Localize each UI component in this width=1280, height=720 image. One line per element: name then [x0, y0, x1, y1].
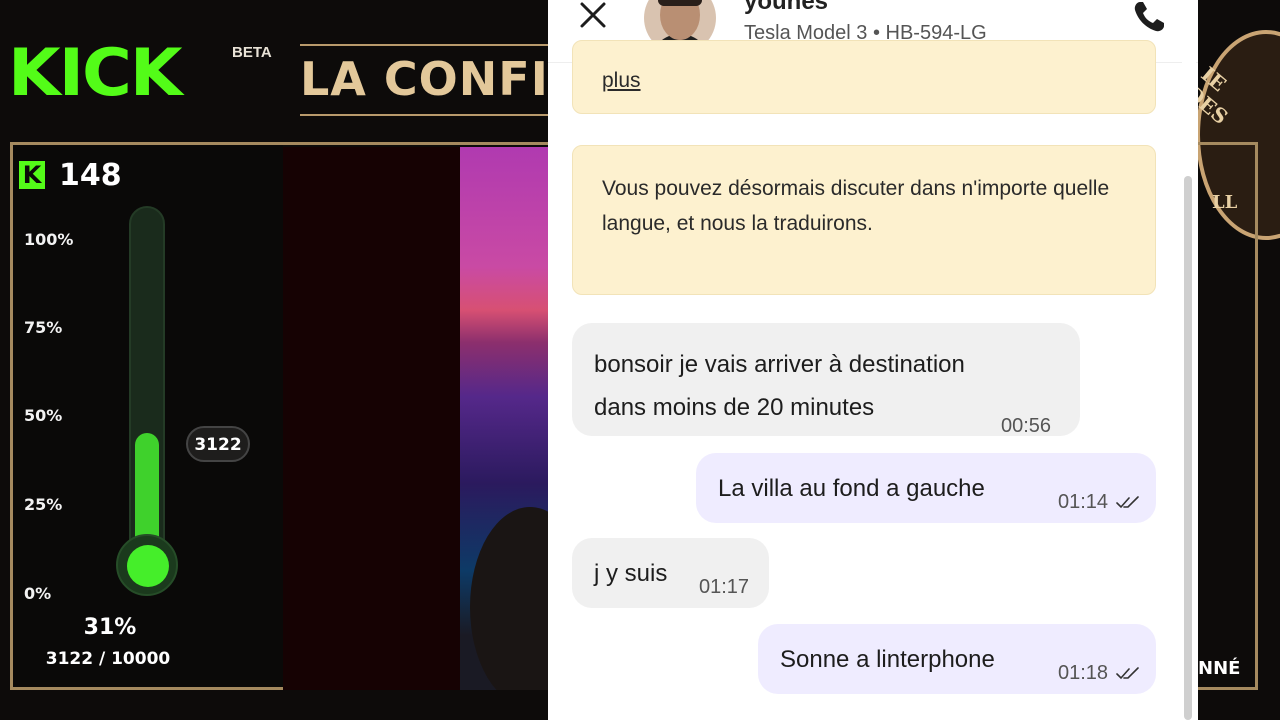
avatar-hair [658, 0, 702, 6]
message-text-line-1: bonsoir je vais arriver à destination [594, 351, 965, 378]
message-time: 01:14 [1058, 491, 1109, 513]
read-receipt-icon [1116, 496, 1139, 509]
notice-more-link[interactable]: plus [602, 69, 641, 92]
message-outgoing: Sonne a linterphone 01:18 [758, 624, 1156, 694]
message-time: 01:17 [699, 576, 750, 598]
video-dark-area [283, 147, 460, 690]
kick-k-icon: K [19, 161, 45, 189]
phone-icon[interactable] [1132, 0, 1166, 34]
message-text: La villa au fond a gauche [718, 475, 985, 502]
message-time: 00:56 [1001, 415, 1052, 437]
viewer-count: 148 [59, 158, 122, 193]
message-text: j y suis [594, 560, 668, 587]
message-outgoing: La villa au fond a gauche 01:14 [696, 453, 1156, 523]
webcam-video [460, 147, 548, 690]
message-incoming: j y suis 01:17 [572, 538, 769, 608]
gauge-percent: 31% [83, 615, 137, 640]
message-incoming: bonsoir je vais arriver à destination da… [572, 323, 1080, 437]
message-text: Sonne a linterphone [780, 646, 995, 673]
gauge-value-pill: 3122 [186, 426, 250, 462]
right-corner-label: NNÉ [1198, 658, 1241, 679]
kick-logo: KICK [8, 36, 183, 112]
chat-panel: younes Tesla Model 3 • HB-594-LG plus Vo… [548, 0, 1198, 720]
gauge-tick-50: 50% [24, 406, 63, 425]
kick-beta-badge: BETA [232, 44, 272, 61]
gauge-tick-75: 75% [24, 318, 63, 337]
avatar-face [660, 0, 700, 40]
gauge-tick-100: 100% [24, 230, 74, 249]
message-time: 01:18 [1058, 662, 1109, 684]
webcam-person [470, 507, 548, 690]
scrollbar-thumb[interactable] [1184, 176, 1192, 720]
gauge-ratio: 3122 / 10000 [45, 649, 171, 669]
read-receipt-icon [1116, 667, 1139, 680]
notice-top: plus [572, 40, 1156, 114]
title-banner: LA CONFI [300, 52, 549, 106]
translation-notice: Vous pouvez désormais discuter dans n'im… [572, 145, 1156, 295]
gauge-tick-25: 25% [24, 495, 63, 514]
message-text-line-2: dans moins de 20 minutes [594, 394, 875, 421]
gauge-tick-0: 0% [24, 584, 52, 603]
close-icon[interactable] [578, 0, 610, 32]
driver-name: younes [744, 0, 829, 15]
gauge-bulb-core [127, 545, 169, 587]
